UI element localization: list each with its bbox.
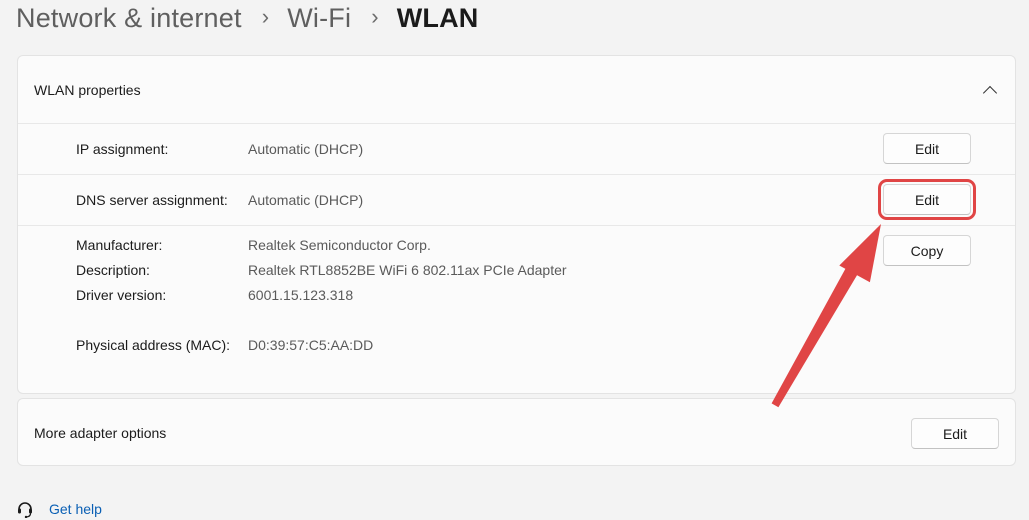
breadcrumb-separator: › (261, 4, 270, 29)
description-value: Realtek RTL8852BE WiFi 6 802.11ax PCIe A… (248, 262, 567, 278)
ip-assignment-row: IP assignment: Automatic (DHCP) Edit (18, 124, 1015, 175)
chevron-up-icon[interactable] (982, 85, 998, 100)
breadcrumb-wifi[interactable]: Wi-Fi (287, 3, 351, 34)
mac-address-value: D0:39:57:C5:AA:DD (248, 337, 374, 353)
ip-assignment-value: Automatic (DHCP) (248, 141, 364, 157)
wlan-properties-title: WLAN properties (34, 81, 141, 98)
get-help-link[interactable]: Get help (49, 501, 102, 517)
page-title: WLAN (396, 2, 479, 33)
more-adapter-options-title: More adapter options (34, 425, 167, 441)
breadcrumb: Network & internet › Wi-Fi › WLAN (16, 0, 479, 38)
manufacturer-label: Manufacturer: (76, 237, 163, 253)
manufacturer-value: Realtek Semiconductor Corp. (248, 237, 431, 253)
wlan-properties-header[interactable]: WLAN properties (18, 56, 1015, 124)
breadcrumb-separator: › (371, 4, 379, 29)
mac-address-label: Physical address (MAC): (76, 337, 231, 353)
driver-version-value: 6001.15.123.318 (248, 287, 354, 303)
dns-assignment-row: DNS server assignment: Automatic (DHCP) … (18, 175, 1015, 226)
help-icon (18, 502, 32, 518)
copy-button[interactable]: Copy (883, 235, 971, 266)
ip-assignment-edit-button[interactable]: Edit (883, 133, 971, 164)
ip-assignment-label: IP assignment: (76, 141, 169, 157)
breadcrumb-network-internet[interactable]: Network & internet (16, 3, 242, 34)
adapter-details: Manufacturer: Realtek Semiconductor Corp… (18, 226, 1015, 394)
get-help[interactable]: Get help (16, 500, 102, 518)
description-label: Description: (76, 262, 150, 278)
wlan-properties-card: WLAN properties IP assignment: Automatic… (17, 55, 1016, 394)
more-adapter-options-edit-button[interactable]: Edit (911, 418, 999, 449)
dns-assignment-value: Automatic (DHCP) (248, 192, 364, 208)
dns-assignment-edit-button[interactable]: Edit (878, 179, 976, 220)
more-adapter-options-card: More adapter options Edit (17, 398, 1016, 466)
more-adapter-options-row: More adapter options Edit (18, 399, 1015, 465)
driver-version-label: Driver version: (76, 287, 167, 303)
dns-assignment-label: DNS server assignment: (76, 192, 228, 208)
